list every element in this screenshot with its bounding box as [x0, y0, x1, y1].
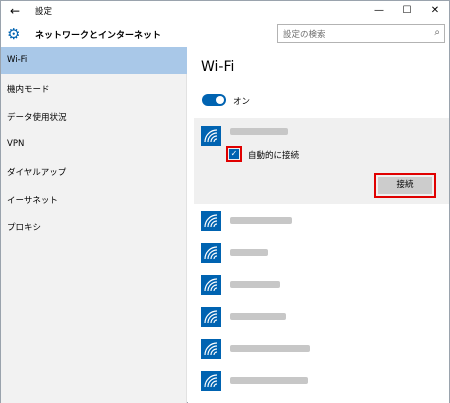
wifi-signal-icon	[201, 307, 221, 327]
section-title: Wi-Fi	[201, 59, 235, 75]
wifi-signal-icon	[201, 339, 221, 359]
sidebar-item-label: プロキシ	[7, 223, 42, 233]
auto-connect-label: 自動的に接続	[248, 151, 300, 161]
title-bar: ← 設定 — ☐ ✕	[1, 1, 449, 21]
sidebar-item-data-usage[interactable]: データ使用状況	[1, 103, 187, 130]
auto-connect-highlight: ✓	[226, 146, 242, 162]
wifi-signal-icon	[201, 371, 221, 391]
wifi-signal-icon	[201, 126, 221, 146]
network-item[interactable]	[194, 301, 449, 335]
sidebar-item-label: VPN	[7, 139, 25, 149]
network-name-redacted	[230, 345, 310, 352]
search-icon[interactable]: ⌕	[434, 27, 440, 38]
network-name-redacted	[230, 313, 286, 320]
toggle-knob	[216, 96, 224, 104]
search-input[interactable]: 設定の検索 ⌕	[277, 24, 445, 43]
minimize-icon[interactable]: —	[365, 1, 393, 21]
sidebar-item-label: データ使用状況	[7, 113, 67, 123]
network-item[interactable]	[194, 237, 449, 271]
sidebar-item-label: イーサネット	[7, 196, 58, 206]
wifi-signal-icon	[201, 211, 221, 231]
page-title: ネットワークとインターネット	[35, 31, 162, 41]
sidebar-item-dialup[interactable]: ダイヤルアップ	[1, 158, 187, 185]
sidebar-item-vpn[interactable]: VPN	[1, 131, 187, 158]
back-arrow-icon[interactable]: ←	[7, 3, 23, 19]
network-name-redacted	[230, 217, 292, 224]
network-item[interactable]	[194, 205, 449, 239]
page-header: ⚙ ネットワークとインターネット 設定の検索 ⌕	[1, 21, 449, 47]
sidebar-item-wifi[interactable]: Wi-Fi	[1, 47, 187, 74]
sidebar-item-ethernet[interactable]: イーサネット	[1, 186, 187, 213]
sidebar-item-proxy[interactable]: プロキシ	[1, 213, 187, 240]
wifi-signal-icon	[201, 275, 221, 295]
sidebar-item-label: 機内モード	[7, 85, 50, 95]
wifi-signal-icon	[201, 243, 221, 263]
close-icon[interactable]: ✕	[421, 1, 449, 21]
network-name-redacted	[230, 249, 268, 256]
maximize-icon[interactable]: ☐	[393, 1, 421, 21]
search-placeholder: 設定の検索	[283, 30, 326, 40]
network-item[interactable]	[194, 269, 449, 303]
network-name-redacted	[230, 377, 308, 384]
scrollbar[interactable]	[444, 47, 448, 403]
network-name-redacted	[230, 128, 288, 135]
settings-window: ← 設定 — ☐ ✕ ⚙ ネットワークとインターネット 設定の検索 ⌕ Wi-F…	[0, 0, 450, 403]
gear-icon: ⚙	[7, 25, 21, 43]
network-item[interactable]	[194, 365, 449, 399]
network-item[interactable]	[194, 333, 449, 367]
sidebar-item-airplane-mode[interactable]: 機内モード	[1, 75, 187, 102]
window-title: 設定	[35, 7, 53, 17]
sidebar-item-label: Wi-Fi	[7, 55, 28, 65]
sidebar-item-label: ダイヤルアップ	[7, 168, 67, 178]
main-content: Wi-Fi オン ✓ 自動的に接続 接続	[188, 47, 449, 403]
network-name-redacted	[230, 281, 280, 288]
toggle-label: オン	[233, 97, 251, 107]
auto-connect-checkbox[interactable]: ✓	[229, 149, 239, 159]
connect-highlight: 接続	[374, 173, 436, 198]
sidebar: Wi-Fi 機内モード データ使用状況 VPN ダイヤルアップ イーサネット プ…	[1, 47, 187, 403]
wifi-toggle[interactable]	[202, 94, 226, 106]
connect-button[interactable]: 接続	[378, 177, 432, 194]
